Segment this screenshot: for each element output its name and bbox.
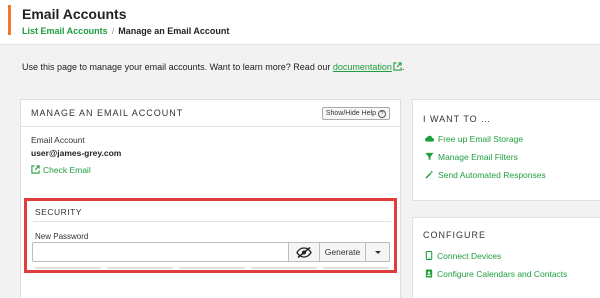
external-link-icon [31, 165, 40, 174]
link-label: Configure Calendars and Contacts [437, 269, 568, 279]
manage-email-filters-link[interactable]: Manage Email Filters [425, 152, 518, 162]
strength-bar-segment [35, 267, 101, 269]
show-hide-help-button[interactable]: Show/Hide Help ? [321, 107, 390, 120]
strength-bar-segment [323, 267, 389, 269]
link-label: Free up Email Storage [438, 134, 524, 144]
new-password-label: New Password [35, 232, 89, 241]
i-want-to-title: I WANT TO … [423, 114, 492, 124]
security-section: SECURITY New Password Generate [24, 198, 397, 273]
eye-slash-icon [296, 246, 312, 258]
email-account-value: user@james-grey.com [31, 148, 122, 158]
mobile-icon [425, 250, 433, 261]
security-title: SECURITY [35, 207, 82, 217]
intro-text-end: . [401, 62, 405, 72]
security-divider [33, 221, 391, 222]
breadcrumb-link-list-email-accounts[interactable]: List Email Accounts [22, 26, 108, 36]
link-label: Connect Devices [437, 251, 502, 261]
external-link-icon [393, 62, 402, 71]
link-label: Send Automated Responses [438, 170, 546, 180]
strength-bar-segment [107, 267, 173, 269]
email-account-label: Email Account [31, 135, 85, 145]
breadcrumb-current: Manage an Email Account [118, 26, 230, 36]
help-icon: ? [378, 110, 386, 118]
intro-text: Use this page to manage your email accou… [22, 62, 404, 72]
page-header: Email Accounts List Email Accounts / Manag… [0, 0, 600, 45]
configure-panel: CONFIGURE Connect Devices Configure Cale… [412, 217, 600, 298]
i-want-to-panel: I WANT TO … Free up Email Storage Manage… [412, 99, 600, 201]
free-up-email-storage-link[interactable]: Free up Email Storage [425, 134, 523, 144]
intro-text-body: Use this page to manage your email accou… [22, 62, 333, 72]
wand-icon [425, 170, 434, 179]
breadcrumb-separator: / [111, 26, 115, 36]
strength-bar-segment [251, 267, 317, 269]
panel-title: MANAGE AN EMAIL ACCOUNT [31, 108, 184, 118]
documentation-link[interactable]: documentation [333, 62, 392, 72]
new-password-input[interactable] [32, 242, 289, 262]
header-accent-bar [8, 5, 11, 35]
help-button-label: Show/Hide Help [325, 110, 377, 117]
generate-options-dropdown[interactable] [365, 242, 390, 262]
toggle-password-visibility-button[interactable] [288, 242, 320, 262]
caret-down-icon [374, 250, 381, 254]
page-title: Email Accounts [22, 6, 127, 22]
send-automated-responses-link[interactable]: Send Automated Responses [425, 170, 546, 180]
strength-bar-segment [179, 267, 245, 269]
link-label: Manage Email Filters [438, 152, 518, 162]
check-email-link[interactable]: Check Email [31, 165, 91, 175]
check-email-label: Check Email [43, 165, 91, 175]
cloud-icon [425, 135, 434, 142]
contact-card-icon [425, 269, 433, 278]
configure-title: CONFIGURE [423, 230, 486, 240]
connect-devices-link[interactable]: Connect Devices [425, 250, 502, 261]
panel-header: MANAGE AN EMAIL ACCOUNT Show/Hide Help ? [21, 100, 400, 127]
filter-icon [425, 152, 434, 161]
breadcrumb: List Email Accounts / Manage an Email Acco… [22, 26, 229, 36]
generate-password-button[interactable]: Generate [319, 242, 366, 262]
configure-calendars-contacts-link[interactable]: Configure Calendars and Contacts [425, 269, 567, 279]
